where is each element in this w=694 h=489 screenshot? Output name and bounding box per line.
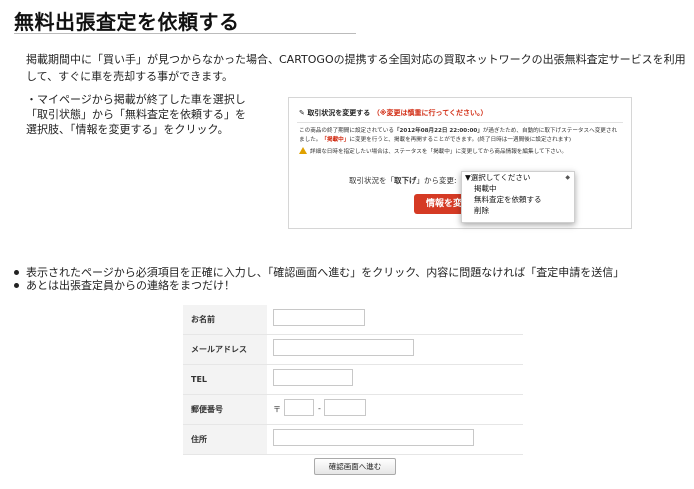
email-cell [267, 335, 523, 364]
appraisal-form: お名前 メールアドレス TEL 郵便番号 〒 - 住所 [183, 305, 523, 455]
tel-cell [267, 365, 523, 394]
dropdown-option-listed[interactable]: 掲載中 [462, 183, 574, 194]
step1-text: ・マイページから掲載が終了した車を選択し「取引状態」から「無料査定を依頼する」を… [26, 93, 246, 136]
zip-second-input[interactable] [324, 399, 366, 416]
dropdown-option-request-appraisal[interactable]: 無料査定を依頼する [462, 194, 574, 205]
form-row-name: お名前 [183, 305, 523, 335]
screenshot-warning-line: 詳細な日時を指定したい場合は、ステータスを「掲載中」に変更してから商品情報を編集… [299, 147, 567, 155]
screenshot-divider [297, 122, 623, 123]
confirm-button[interactable]: 確認画面へ進む [314, 458, 396, 475]
zip-dash: - [318, 404, 321, 413]
notice-text-3: に変更を行うと、掲載を再開することができます。(終了日時は一週間後に設定されます… [349, 136, 572, 143]
status-label-pre: 取引状況を「 [349, 176, 394, 185]
title-divider [14, 33, 356, 34]
address-cell [267, 425, 523, 454]
intro-text: 掲載期間中に「買い手」が見つからなかった場合、CARTOGOの提携する全国対応の… [26, 53, 686, 83]
example-screenshot: ✎ 取引状況を変更する （※変更は慎重に行ってください。） この商品の終了期間に… [288, 97, 632, 229]
form-row-tel: TEL [183, 365, 523, 395]
dropdown-arrow-icon: ◆ [565, 174, 570, 181]
pencil-icon: ✎ [299, 109, 305, 117]
warning-line-text: 詳細な日時を指定したい場合は、ステータスを「掲載中」に変更してから商品情報を編集… [310, 149, 567, 155]
zip-first-input[interactable] [284, 399, 314, 416]
screenshot-heading-text: 取引状況を変更する [307, 109, 371, 117]
screenshot-heading-warning: （※変更は慎重に行ってください。） [372, 109, 488, 117]
email-label: メールアドレス [183, 335, 267, 364]
list-item: あとは出張査定員からの連絡をまつだけ！ [12, 279, 624, 292]
instruction-list: 表示されたページから必須項目を正確に入力し、「確認画面へ進む」をクリック、内容に… [12, 266, 624, 292]
form-row-zip: 郵便番号 〒 - [183, 395, 523, 425]
tel-label: TEL [183, 365, 267, 394]
status-label: 取引状況を「取下げ」から変更: [349, 175, 457, 186]
notice-date: 「2012年08月22日 22:00:00」 [393, 128, 483, 134]
name-label: お名前 [183, 305, 267, 334]
zip-label: 郵便番号 [183, 395, 267, 424]
dropdown-option-delete[interactable]: 削除 [462, 205, 574, 216]
email-input[interactable] [273, 339, 414, 356]
page-title: 無料出張査定を依頼する [14, 10, 240, 34]
form-row-email: メールアドレス [183, 335, 523, 365]
status-label-post: 」から変更: [416, 176, 457, 185]
screenshot-heading: ✎ 取引状況を変更する （※変更は慎重に行ってください。） [299, 108, 488, 118]
notice-state: 「掲載中」 [321, 136, 350, 143]
list-item: 表示されたページから必須項目を正確に入力し、「確認画面へ進む」をクリック、内容に… [12, 266, 624, 279]
status-value: 取下げ [394, 176, 417, 185]
address-input[interactable] [273, 429, 474, 446]
dropdown-option-placeholder[interactable]: ▼選択してください [462, 172, 574, 183]
address-label: 住所 [183, 425, 267, 454]
status-dropdown[interactable]: ◆ ▼選択してください 掲載中 無料査定を依頼する 削除 [461, 171, 575, 223]
name-input[interactable] [273, 309, 365, 326]
zip-mark: 〒 [273, 405, 281, 414]
screenshot-notice: この商品の終了期間に設定されている「2012年08月22日 22:00:00」が… [299, 127, 619, 144]
tel-input[interactable] [273, 369, 353, 386]
form-row-address: 住所 [183, 425, 523, 455]
name-cell [267, 305, 523, 334]
warning-icon [299, 147, 307, 154]
notice-text-1: この商品の終了期間に設定されている [299, 128, 394, 134]
zip-cell: 〒 - [267, 395, 523, 424]
